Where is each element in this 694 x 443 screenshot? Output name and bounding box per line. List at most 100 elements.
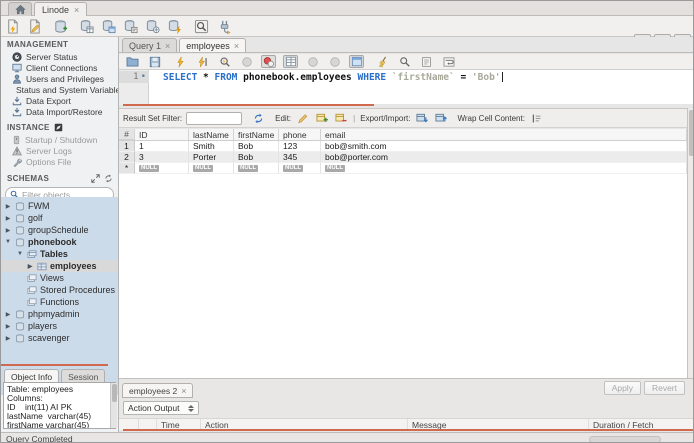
tree-item-table-employees[interactable]: ▶ employees — [1, 260, 118, 272]
execute-current-icon[interactable] — [195, 55, 210, 68]
table-row-new[interactable]: * NULL NULL NULL NULL NULL — [119, 163, 687, 174]
cell[interactable]: Smith — [189, 141, 234, 152]
object-info-scrollbar[interactable] — [110, 383, 117, 428]
tree-item-schema[interactable]: ▶ scavenger — [1, 332, 118, 344]
tree-item-tables-group[interactable]: ▼ Tables — [1, 248, 118, 260]
sidebar-item-data-import[interactable]: Data Import/Restore — [1, 106, 118, 117]
search-data-button[interactable] — [192, 17, 210, 35]
rollback-icon[interactable] — [327, 55, 342, 68]
cell[interactable]: 345 — [279, 152, 321, 163]
close-icon[interactable]: × — [234, 41, 239, 51]
column-header[interactable]: # — [119, 129, 135, 140]
cell[interactable]: 123 — [279, 141, 321, 152]
create-schema-button[interactable] — [51, 17, 69, 35]
sql-editor[interactable]: 1 • SELECT * FROM phonebook.employees WH… — [119, 69, 693, 105]
delete-row-icon[interactable] — [333, 112, 348, 125]
sidebar-item-server-logs[interactable]: Server Logs — [1, 145, 118, 156]
reconnect-dbms-button[interactable] — [216, 17, 234, 35]
sidebar-item-client-connections[interactable]: Client Connections — [1, 62, 118, 73]
tree-item-procedures-group[interactable]: Stored Procedures — [1, 284, 118, 296]
table-row[interactable]: 2 3 Porter Bob 345 bob@porter.com — [119, 152, 687, 163]
tree-item-functions-group[interactable]: Functions — [1, 296, 118, 308]
tab-employees-2[interactable]: employees 2 × — [122, 383, 194, 398]
cell[interactable]: 3 — [135, 152, 189, 163]
table-row[interactable]: 1 1 Smith Bob 123 bob@smith.com — [119, 141, 687, 152]
column-header[interactable]: ID — [135, 129, 189, 140]
cell[interactable]: Bob — [234, 152, 279, 163]
cell[interactable]: bob@smith.com — [321, 141, 687, 152]
result-grid-scrollbar[interactable] — [687, 108, 693, 378]
tree-item-schema[interactable]: ▶ phpmyadmin — [1, 308, 118, 320]
explain-icon[interactable] — [217, 55, 232, 68]
null-badge[interactable]: NULL — [283, 164, 303, 172]
column-header[interactable]: lastName — [189, 129, 234, 140]
tab-employees[interactable]: employees × — [179, 38, 247, 52]
tab-object-info[interactable]: Object Info — [4, 369, 60, 383]
export-recordset-icon[interactable] — [414, 112, 429, 125]
home-tab[interactable] — [8, 2, 32, 16]
create-trigger-button[interactable] — [165, 17, 183, 35]
tree-item-schema[interactable]: ▶ golf — [1, 212, 118, 224]
cell[interactable]: Bob — [234, 141, 279, 152]
sidebar-item-server-status[interactable]: Server Status — [1, 51, 118, 62]
null-badge[interactable]: NULL — [139, 164, 159, 172]
create-view-button[interactable] — [99, 17, 117, 35]
close-icon[interactable]: × — [165, 41, 170, 51]
refresh-schemas-icon[interactable] — [104, 174, 113, 183]
tree-item-schema[interactable]: ▶ FWM — [1, 200, 118, 212]
cell[interactable]: bob@porter.com — [321, 152, 687, 163]
tree-item-schema[interactable]: ▶ players — [1, 320, 118, 332]
null-badge[interactable]: NULL — [238, 164, 258, 172]
new-query-tab-button[interactable] — [3, 17, 21, 35]
close-icon[interactable]: × — [74, 5, 79, 15]
sidebar-item-users-privileges[interactable]: Users and Privileges — [1, 73, 118, 84]
result-filter-input[interactable] — [186, 111, 243, 125]
sidebar-item-startup-shutdown[interactable]: Startup / Shutdown — [1, 134, 118, 145]
limit-rows-icon[interactable] — [283, 55, 298, 68]
column-header[interactable]: firstName — [234, 129, 279, 140]
output-selector[interactable]: Action Output — [123, 401, 199, 415]
connection-tab[interactable]: Linode × — [34, 2, 88, 16]
save-icon[interactable] — [147, 55, 162, 68]
import-recordset-icon[interactable] — [433, 112, 448, 125]
wrap-cell-content-icon[interactable] — [529, 112, 544, 125]
open-file-icon[interactable] — [125, 55, 140, 68]
instance-config-icon[interactable] — [54, 123, 63, 132]
invisible-chars-icon[interactable] — [419, 55, 434, 68]
create-procedure-button[interactable] — [121, 17, 139, 35]
tree-item-schema[interactable]: ▶ groupSchedule — [1, 224, 118, 236]
execute-icon[interactable] — [173, 55, 188, 68]
tab-session[interactable]: Session — [61, 369, 106, 383]
refresh-icon[interactable] — [251, 112, 266, 125]
edit-record-icon[interactable] — [295, 112, 310, 125]
commit-icon[interactable] — [305, 55, 320, 68]
create-table-button[interactable] — [77, 17, 95, 35]
add-row-icon[interactable] — [314, 112, 329, 125]
revert-button[interactable]: Revert — [643, 381, 685, 395]
tree-item-views-group[interactable]: Views — [1, 272, 118, 284]
apply-button[interactable]: Apply — [603, 381, 641, 395]
find-icon[interactable] — [397, 55, 412, 68]
tab-query-1[interactable]: Query 1 × — [122, 38, 178, 52]
open-sql-script-button[interactable] — [25, 17, 43, 35]
cell: NULL — [279, 163, 321, 174]
column-header[interactable]: phone — [279, 129, 321, 140]
sidebar-item-data-export[interactable]: Data Export — [1, 95, 118, 106]
cell[interactable]: Porter — [189, 152, 234, 163]
expand-schemas-icon[interactable] — [91, 174, 100, 183]
stop-on-error-toggle-icon[interactable] — [261, 55, 276, 68]
close-icon[interactable]: × — [181, 386, 186, 396]
null-badge[interactable]: NULL — [325, 164, 345, 172]
sidebar-item-status-system-variables[interactable]: Status and System Variables — [1, 84, 118, 95]
create-function-button[interactable] — [143, 17, 161, 35]
null-badge[interactable]: NULL — [193, 164, 213, 172]
sidebar-item-options-file[interactable]: Options File — [1, 156, 118, 167]
stop-icon[interactable] — [239, 55, 254, 68]
autocommit-toggle-icon[interactable] — [349, 55, 364, 68]
wrap-text-icon[interactable] — [441, 55, 456, 68]
cell[interactable]: 1 — [135, 141, 189, 152]
column-header[interactable]: email — [321, 129, 687, 140]
beautify-icon[interactable] — [375, 55, 390, 68]
sql-statement[interactable]: SELECT * FROM phonebook.employees WHERE … — [163, 71, 503, 83]
tree-item-schema-phonebook[interactable]: ▼ phonebook — [1, 236, 118, 248]
